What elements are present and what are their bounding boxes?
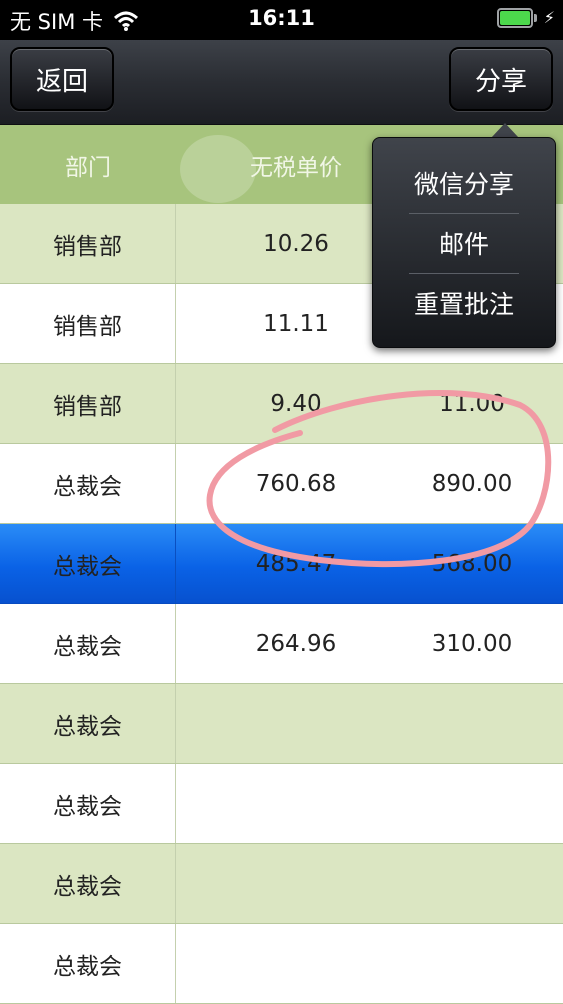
- dept-cell: 总裁会: [0, 844, 176, 923]
- navigation-bar: 返回 分享: [0, 40, 563, 125]
- share-menu: 微信分享 邮件 重置批注: [372, 137, 556, 348]
- total-cell: 568.00: [431, 550, 513, 577]
- back-button[interactable]: 返回: [10, 47, 114, 111]
- header-dept[interactable]: 部门: [0, 125, 176, 204]
- dept-cell: 总裁会: [0, 604, 176, 683]
- table-row[interactable]: 总裁会 264.96 310.00: [0, 604, 563, 684]
- table-row[interactable]: 总裁会: [0, 684, 563, 764]
- menu-item-wechat-share[interactable]: 微信分享: [373, 153, 555, 213]
- table-row[interactable]: 总裁会: [0, 924, 563, 1004]
- dept-cell: 总裁会: [0, 444, 176, 523]
- dept-cell: 销售部: [0, 204, 176, 283]
- status-bar: 无 SIM 卡 16:11 ⚡: [0, 0, 563, 40]
- dept-cell: 销售部: [0, 284, 176, 363]
- table-row[interactable]: 总裁会 760.68 890.00: [0, 444, 563, 524]
- battery-icon: [497, 8, 537, 30]
- table-row[interactable]: 总裁会: [0, 844, 563, 924]
- dept-cell: 总裁会: [0, 764, 176, 843]
- charging-bolt-icon: ⚡: [543, 8, 555, 27]
- dept-cell: 总裁会: [0, 684, 176, 763]
- popover-arrow: [491, 123, 519, 138]
- dept-cell: 总裁会: [0, 924, 176, 1003]
- dept-cell: 销售部: [0, 364, 176, 443]
- share-button[interactable]: 分享: [449, 47, 553, 111]
- menu-item-email[interactable]: 邮件: [373, 213, 555, 273]
- total-cell: 890.00: [431, 470, 513, 497]
- clock: 16:11: [248, 6, 315, 30]
- table-row[interactable]: 销售部 9.40 11.00: [0, 364, 563, 444]
- dept-cell: 总裁会: [0, 524, 176, 603]
- battery-level-fill: [500, 11, 530, 25]
- table-row[interactable]: 总裁会: [0, 764, 563, 844]
- total-cell: 11.00: [439, 390, 505, 417]
- menu-item-reset-annotations[interactable]: 重置批注: [373, 273, 555, 333]
- table-row-selected[interactable]: 总裁会 485.47 568.00: [0, 524, 563, 604]
- total-cell: 310.00: [431, 630, 513, 657]
